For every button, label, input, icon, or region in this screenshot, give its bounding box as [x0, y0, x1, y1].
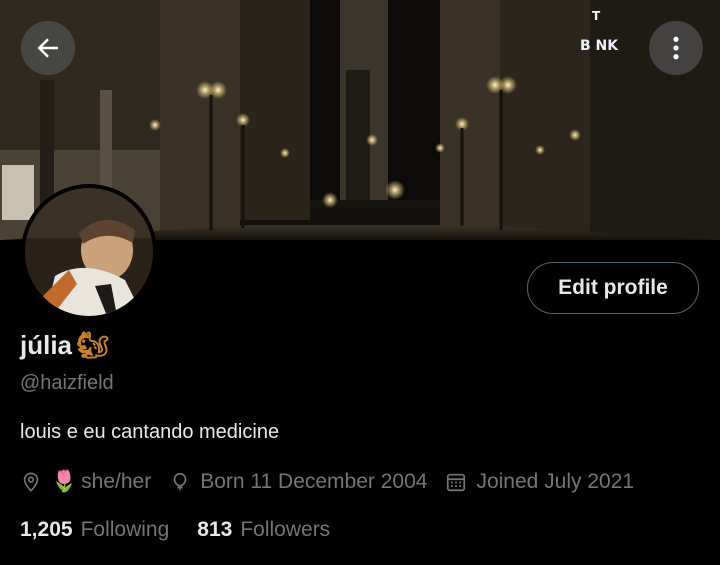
profile-meta: 🌷 she/her Born 11 December 2004 Joined J…	[20, 467, 652, 497]
location-item: 🌷 she/her	[20, 470, 151, 494]
tulip-emoji-icon: 🌷	[51, 470, 78, 493]
display-name: júlia 🐿	[20, 330, 109, 361]
bio-text: louis e eu cantando medicine	[20, 421, 280, 443]
more-options-button[interactable]	[649, 21, 703, 75]
location-icon	[23, 472, 39, 492]
username-handle: @haizfield	[20, 372, 114, 394]
calendar-icon	[447, 473, 466, 492]
avatar[interactable]	[21, 184, 157, 320]
display-name-text: júlia	[20, 330, 73, 360]
back-arrow-icon	[37, 38, 58, 58]
svg-text:T: T	[592, 9, 601, 23]
joined-text: Joined July 2021	[476, 470, 635, 493]
bank-sign-text: B NK	[580, 38, 619, 54]
squirrel-emoji-icon: 🐿	[76, 330, 110, 360]
followers-link[interactable]: 813 Followers	[197, 518, 330, 542]
avatar-photo	[25, 188, 153, 316]
back-button[interactable]	[21, 21, 75, 75]
followers-label: Followers	[240, 518, 331, 541]
following-count: 1,205	[20, 518, 73, 541]
following-label: Following	[80, 518, 170, 541]
location-text: she/her	[81, 470, 152, 493]
follow-stats: 1,205 Following 813 Followers	[20, 518, 358, 542]
followers-count: 813	[197, 518, 233, 541]
birthday-item: Born 11 December 2004	[169, 470, 427, 494]
joined-item: Joined July 2021	[445, 470, 634, 494]
edit-profile-button[interactable]: Edit profile	[527, 262, 699, 314]
more-vertical-icon	[673, 36, 679, 60]
birthday-text: Born 11 December 2004	[200, 470, 428, 493]
following-link[interactable]: 1,205 Following	[20, 518, 169, 542]
birthday-balloon-icon	[173, 472, 187, 491]
